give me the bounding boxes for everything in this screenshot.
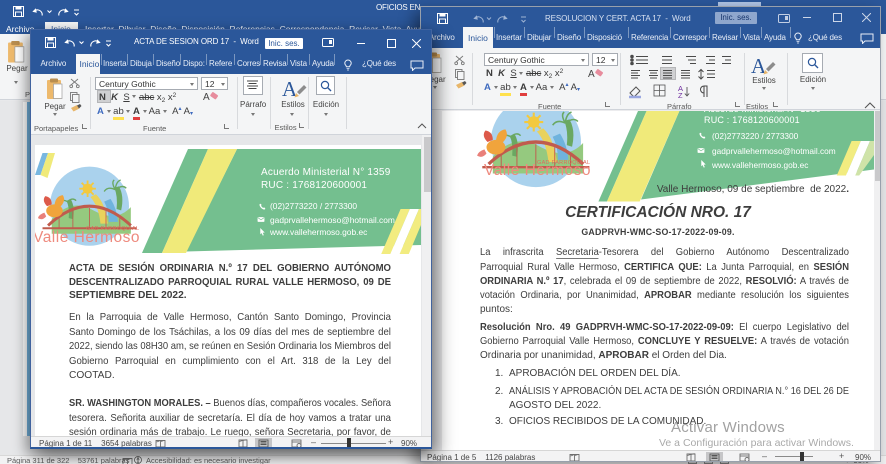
svg-text:A: A — [203, 92, 210, 102]
svg-text:Z: Z — [678, 91, 683, 99]
svg-text:A: A — [588, 69, 595, 79]
